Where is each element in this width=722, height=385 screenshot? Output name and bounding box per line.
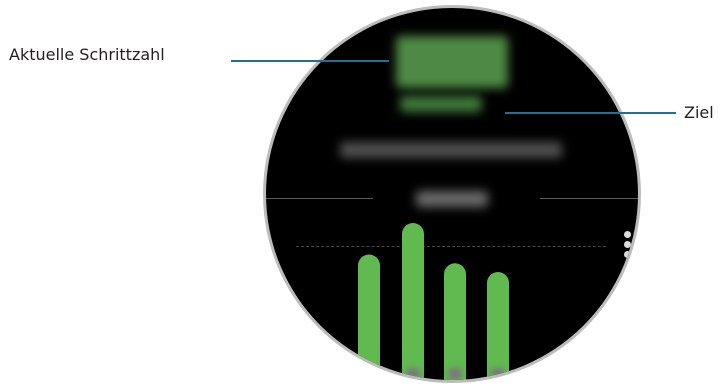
watch-bezel [263,5,641,383]
more-options-dot-icon [624,251,631,258]
more-options-dot-icon [624,241,631,248]
more-options-dot-icon [624,231,631,238]
current-steps-label: Aktuelle Schrittzahl [9,45,165,64]
more-options-button[interactable] [624,231,632,261]
chart-bar [358,254,380,380]
chart-bar [487,272,509,380]
chart-x-tick-label [491,368,505,380]
chart-bar [402,223,424,380]
chart-x-tick-label [406,368,420,380]
chart-x-tick-label [448,368,462,380]
goal-label: Ziel [684,103,714,122]
step-bar-chart [358,223,509,380]
chart-bar [444,263,466,380]
watch-screen [266,8,638,380]
